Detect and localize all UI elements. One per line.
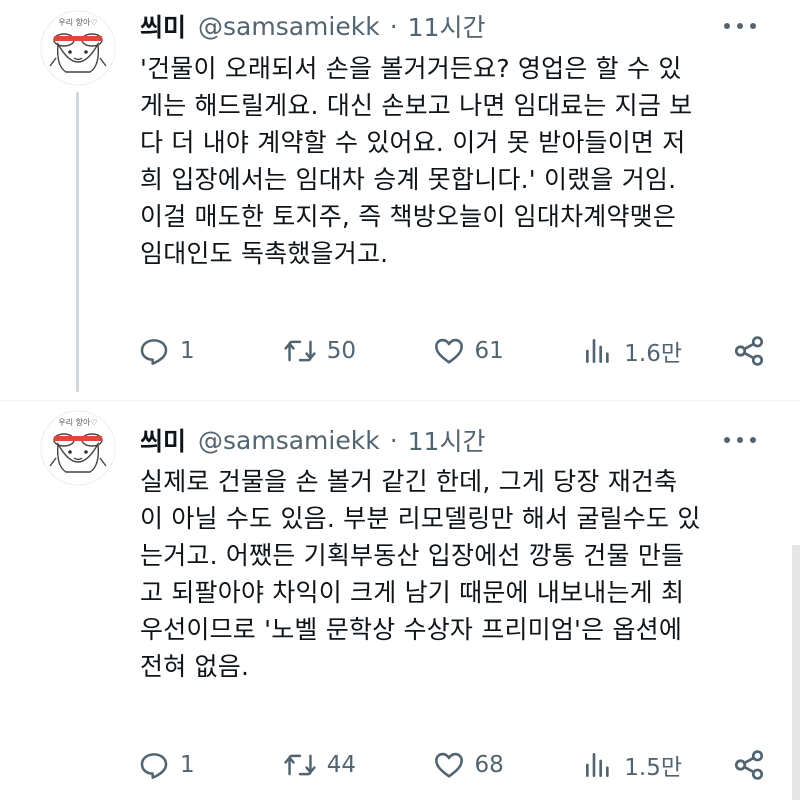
share-button[interactable] bbox=[732, 334, 768, 368]
timestamp[interactable]: 11시간 bbox=[408, 8, 486, 44]
avatar-caption: 우리 항아♡ bbox=[58, 17, 97, 27]
avatar-caption: 우리 항아♡ bbox=[58, 417, 97, 427]
views-button[interactable]: 1.5만 bbox=[582, 748, 732, 782]
separator-dot: · bbox=[389, 11, 398, 41]
reply-count: 1 bbox=[180, 338, 195, 364]
share-icon bbox=[734, 750, 764, 780]
tweet-header: 씌미 @samsamiekk · 11시간 bbox=[140, 6, 485, 46]
tweet-text: '건물이 오래되서 손을 볼거거든요? 영업은 할 수 있 게는 해드릴게요. … bbox=[140, 54, 693, 268]
tweet[interactable]: 우리 항아♡ 씌미 @samsamiekk · 11시간 실제로 건물을 손 볼… bbox=[0, 410, 800, 800]
heart-icon bbox=[434, 338, 463, 364]
retweet-button[interactable]: 50 bbox=[283, 335, 433, 367]
retweet-icon bbox=[284, 340, 316, 362]
scrollbar[interactable] bbox=[792, 545, 800, 800]
tweet-text: 실제로 건물을 손 볼거 같긴 한데, 그게 당장 재건축 이 아닐 수도 있음… bbox=[140, 467, 701, 681]
heart-icon bbox=[434, 752, 463, 778]
reply-icon bbox=[140, 339, 168, 365]
timestamp[interactable]: 11시간 bbox=[408, 422, 486, 458]
avatar[interactable]: 우리 항아♡ bbox=[40, 410, 116, 486]
avatar[interactable]: 우리 항아♡ bbox=[40, 10, 116, 86]
like-button[interactable]: 61 bbox=[433, 335, 583, 367]
view-count: 1.5만 bbox=[624, 755, 683, 781]
action-bar: 1 50 61 1.6만 bbox=[138, 331, 768, 371]
share-icon bbox=[734, 336, 764, 366]
tweet[interactable]: 우리 항아♡ 씌미 @samsamiekk · 11시간 '건물이 오래되서 손… bbox=[0, 0, 800, 400]
reply-button[interactable]: 1 bbox=[138, 749, 283, 781]
reply-count: 1 bbox=[180, 752, 195, 778]
views-button[interactable]: 1.6만 bbox=[582, 334, 732, 368]
user-handle[interactable]: @samsamiekk bbox=[198, 12, 380, 41]
retweet-count: 44 bbox=[326, 752, 357, 778]
views-icon bbox=[586, 753, 609, 777]
reply-button[interactable]: 1 bbox=[138, 335, 283, 367]
retweet-count: 50 bbox=[326, 338, 357, 364]
view-count: 1.6만 bbox=[624, 341, 683, 367]
separator-dot: · bbox=[389, 425, 398, 455]
display-name[interactable]: 씌미 bbox=[140, 422, 186, 458]
retweet-icon bbox=[284, 754, 316, 776]
retweet-button[interactable]: 44 bbox=[283, 749, 433, 781]
thread-line bbox=[76, 92, 79, 392]
more-icon[interactable] bbox=[724, 12, 756, 40]
more-icon[interactable] bbox=[724, 426, 756, 454]
user-handle[interactable]: @samsamiekk bbox=[198, 426, 380, 455]
tweet-header: 씌미 @samsamiekk · 11시간 bbox=[140, 420, 485, 460]
like-count: 61 bbox=[474, 338, 504, 364]
display-name[interactable]: 씌미 bbox=[140, 8, 186, 44]
share-button[interactable] bbox=[732, 748, 768, 782]
reply-icon bbox=[140, 753, 168, 779]
like-button[interactable]: 68 bbox=[433, 749, 583, 781]
views-icon bbox=[586, 339, 609, 363]
like-count: 68 bbox=[474, 752, 504, 778]
action-bar: 1 44 68 1.5만 bbox=[138, 745, 768, 785]
